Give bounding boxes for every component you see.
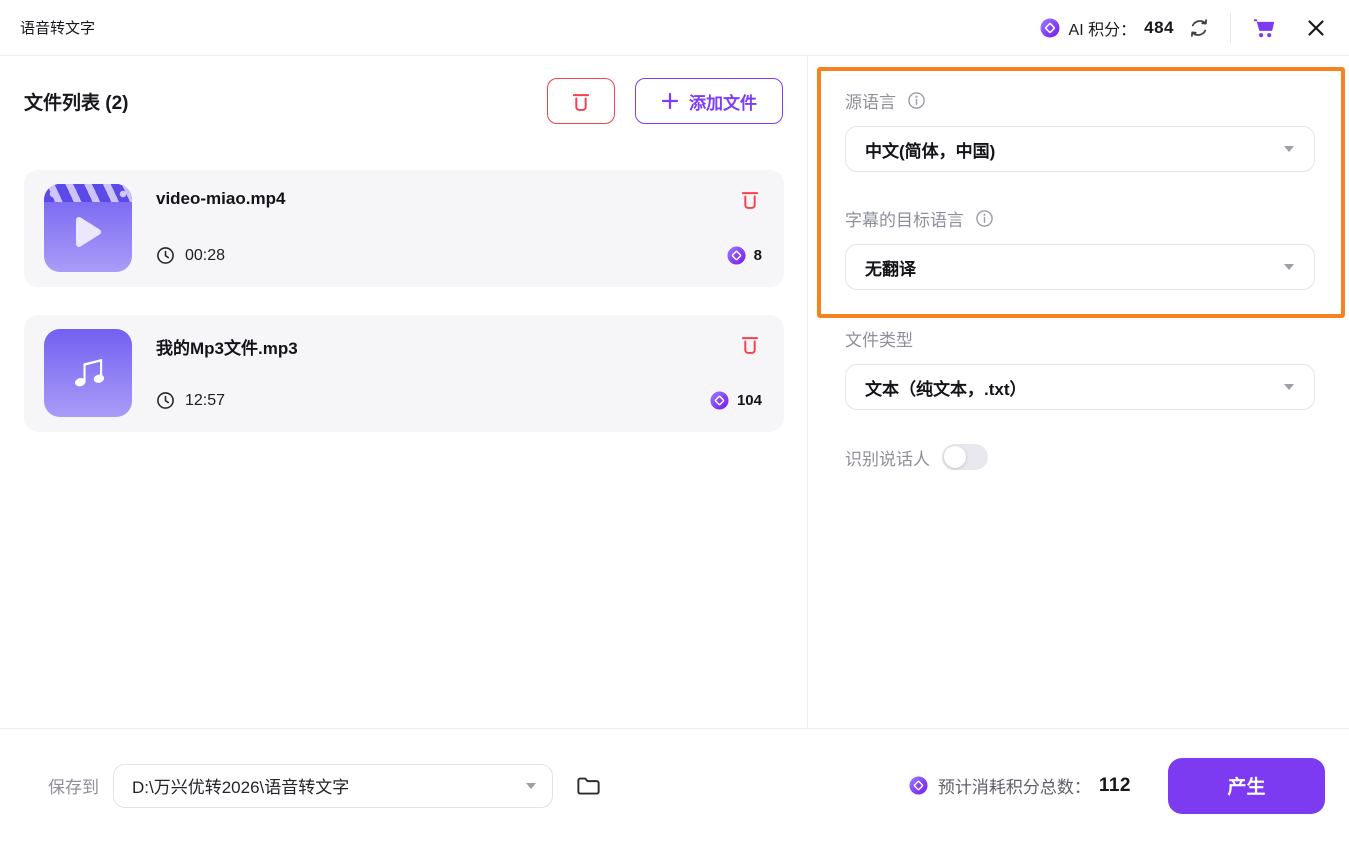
target-language-value: 无翻译	[865, 259, 916, 279]
save-path-value: D:\万兴优转2026\语音转文字	[132, 778, 350, 797]
clock-icon	[156, 391, 175, 410]
file-name: 我的Mp3文件.mp3	[156, 339, 298, 358]
info-icon[interactable]	[975, 209, 994, 228]
speaker-recognition-toggle[interactable]	[942, 444, 988, 470]
chevron-down-icon	[1283, 263, 1295, 271]
title-bar: 语音转文字 AI 积分： 484	[0, 0, 1349, 56]
file-type-value: 文本（纯文本，.txt）	[865, 379, 1027, 399]
main-area: 文件列表 (2) 添加文件 video-miao.mp4 00:28 8 我的M…	[0, 56, 1349, 728]
credit-coin-icon	[727, 246, 746, 265]
file-list-panel: 文件列表 (2) 添加文件 video-miao.mp4 00:28 8 我的M…	[0, 56, 808, 728]
file-credit-cost: 104	[710, 391, 762, 410]
footer-right: 预计消耗积分总数： 112 产生	[909, 757, 1325, 814]
file-list-title: 文件列表 (2)	[24, 92, 129, 114]
delete-file-button[interactable]	[738, 187, 762, 211]
header-controls: AI 积分： 484	[1040, 12, 1327, 43]
file-type-label: 文件类型	[845, 331, 913, 350]
speaker-recognition-label: 识别说话人	[845, 449, 930, 469]
ai-credit-coin-icon	[1040, 18, 1060, 38]
file-credit-cost: 8	[727, 246, 762, 265]
store-cart-button[interactable]	[1251, 16, 1277, 40]
file-duration-row: 00:28	[156, 246, 727, 265]
add-file-label: 添加文件	[689, 93, 757, 113]
file-name: video-miao.mp4	[156, 189, 286, 208]
save-to-label: 保存到	[48, 778, 99, 797]
shopping-cart-icon	[1251, 16, 1277, 40]
file-actions: 104	[710, 329, 762, 417]
play-icon	[73, 215, 103, 249]
add-file-button[interactable]: 添加文件	[635, 78, 783, 124]
source-language-label: 源语言	[845, 93, 896, 112]
file-type-label-row: 文件类型	[845, 326, 1349, 351]
file-credit-value: 8	[753, 247, 762, 264]
source-language-value: 中文(简体，中国)	[865, 141, 996, 161]
estimate-credits-label: 预计消耗积分总数：	[937, 778, 1091, 797]
trash-icon	[738, 187, 762, 211]
chevron-down-icon	[525, 782, 537, 790]
clock-icon	[156, 246, 175, 265]
file-actions: 8	[727, 184, 762, 272]
page-title: 语音转文字	[20, 20, 96, 37]
header-divider	[1230, 12, 1231, 43]
bottom-bar: 保存到 D:\万兴优转2026\语音转文字 预计消耗积分总数： 112 产生	[0, 728, 1349, 842]
chevron-down-icon	[1283, 383, 1295, 391]
trash-icon	[569, 89, 593, 113]
credit-coin-icon	[710, 391, 729, 410]
generate-button[interactable]: 产生	[1168, 757, 1325, 814]
target-language-select[interactable]: 无翻译	[845, 244, 1315, 290]
speaker-recognition-row: 识别说话人	[845, 444, 1349, 470]
source-language-select[interactable]: 中文(简体，中国)	[845, 126, 1315, 172]
file-type-select[interactable]: 文本（纯文本，.txt）	[845, 364, 1315, 410]
plus-icon	[661, 92, 679, 110]
file-duration-row: 12:57	[156, 391, 710, 410]
refresh-credits-button[interactable]	[1188, 17, 1210, 39]
refresh-icon	[1188, 17, 1210, 39]
close-window-button[interactable]	[1305, 17, 1327, 39]
delete-all-button[interactable]	[547, 78, 615, 124]
file-row-audio[interactable]: 我的Mp3文件.mp3 12:57 104	[24, 315, 784, 432]
audio-thumbnail-icon	[44, 329, 132, 417]
credit-coin-icon	[909, 776, 928, 795]
file-duration: 00:28	[185, 246, 226, 264]
file-info: video-miao.mp4 00:28	[156, 184, 727, 272]
delete-file-button[interactable]	[738, 332, 762, 356]
video-thumbnail-icon	[44, 184, 132, 272]
target-language-label: 字幕的目标语言	[845, 211, 964, 230]
ai-credits-value: 484	[1144, 17, 1174, 37]
info-icon[interactable]	[907, 91, 926, 110]
close-icon	[1305, 17, 1327, 39]
save-path-select[interactable]: D:\万兴优转2026\语音转文字	[113, 763, 553, 808]
chevron-down-icon	[1283, 145, 1295, 153]
target-language-label-row: 字幕的目标语言	[845, 206, 1349, 231]
source-language-label-row: 源语言	[845, 88, 1349, 113]
settings-panel: 源语言 中文(简体，中国) 字幕的目标语言 无翻译 文件类型 文本（纯文本，.t…	[808, 56, 1349, 728]
file-duration: 12:57	[185, 391, 226, 409]
file-list-header: 文件列表 (2) 添加文件	[24, 78, 783, 124]
trash-icon	[738, 332, 762, 356]
file-row-video[interactable]: video-miao.mp4 00:28 8	[24, 170, 784, 287]
open-folder-button[interactable]	[575, 772, 602, 799]
folder-icon	[575, 772, 602, 799]
ai-credits-label: AI 积分：	[1068, 21, 1137, 39]
estimate-credits-value: 112	[1098, 774, 1131, 796]
file-info: 我的Mp3文件.mp3 12:57	[156, 329, 710, 417]
music-note-icon	[67, 352, 109, 394]
file-credit-value: 104	[736, 392, 762, 409]
